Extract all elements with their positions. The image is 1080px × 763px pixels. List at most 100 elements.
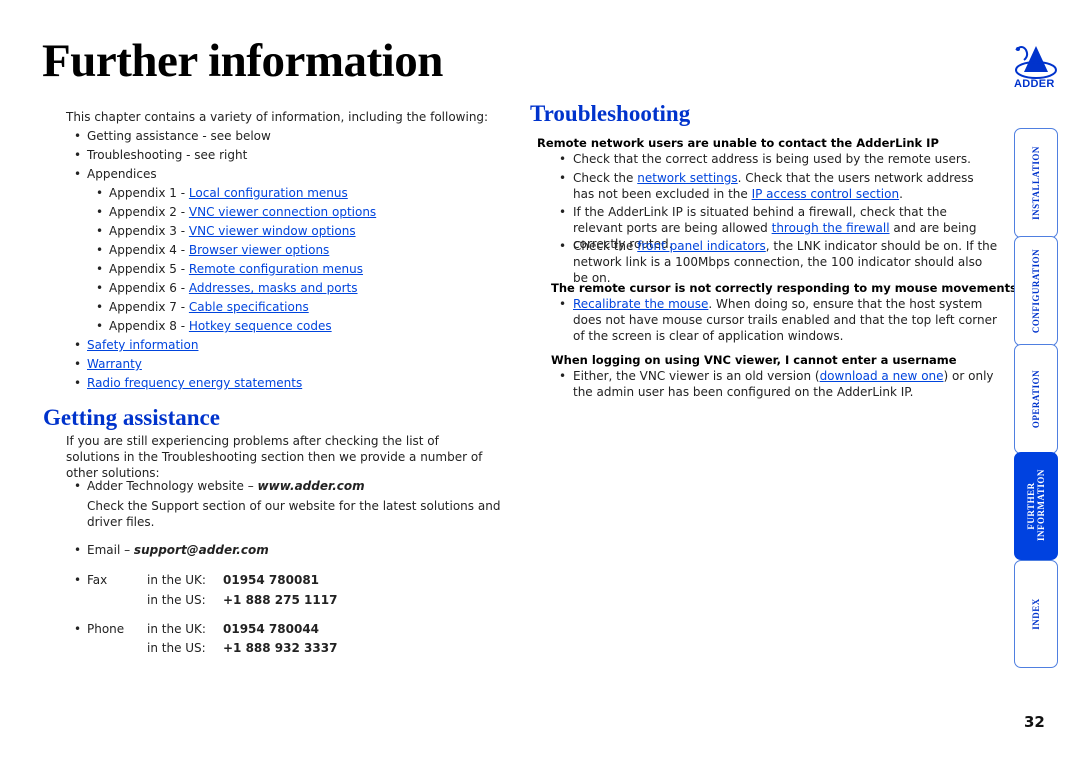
text: Check the bbox=[573, 171, 638, 185]
bullet: • bbox=[559, 297, 567, 311]
appendix-prefix: Appendix 3 - bbox=[109, 224, 189, 238]
answer-text: Either, the VNC viewer is an old version… bbox=[573, 368, 998, 400]
question-remote-network: Remote network users are unable to conta… bbox=[537, 136, 939, 150]
link-addresses-masks-ports[interactable]: Addresses, masks and ports bbox=[189, 281, 358, 295]
bullet: • bbox=[96, 224, 104, 238]
bullet: • bbox=[559, 369, 567, 383]
link-network-settings[interactable]: network settings bbox=[637, 171, 737, 185]
bullet: • bbox=[559, 205, 567, 219]
bullet: • bbox=[96, 300, 104, 314]
tab-label: FURTHER INFORMATION bbox=[1026, 469, 1046, 541]
assistance-intro: If you are still experiencing problems a… bbox=[66, 434, 483, 480]
appendix-item: Appendix 2 - VNC viewer connection optio… bbox=[109, 205, 376, 219]
appendix-item: Appendix 8 - Hotkey sequence codes bbox=[109, 319, 332, 333]
bullet: • bbox=[96, 186, 104, 200]
answer-text: Check the front panel indicators, the LN… bbox=[573, 238, 998, 286]
appendix-prefix: Appendix 2 - bbox=[109, 205, 189, 219]
question-remote-cursor: The remote cursor is not correctly respo… bbox=[551, 281, 1017, 295]
fax-uk-number: 01954 780081 bbox=[223, 573, 320, 587]
link-recalibrate-mouse[interactable]: Recalibrate the mouse bbox=[573, 297, 708, 311]
website-label: Adder Technology website – bbox=[87, 479, 258, 493]
appendix-prefix: Appendix 4 - bbox=[109, 243, 189, 257]
tab-installation[interactable]: INSTALLATION bbox=[1014, 128, 1058, 238]
text: . bbox=[899, 187, 903, 201]
bullet: • bbox=[74, 338, 82, 352]
website-description: Check the Support section of our website… bbox=[87, 499, 501, 529]
appendix-item: Appendix 6 - Addresses, masks and ports bbox=[109, 281, 358, 295]
appendix-item: Appendix 5 - Remote configuration menus bbox=[109, 262, 363, 276]
intro-text: This chapter contains a variety of infor… bbox=[66, 110, 489, 124]
fax-uk-label: in the UK: bbox=[147, 573, 206, 587]
bullet: • bbox=[96, 319, 104, 333]
bullet: • bbox=[74, 622, 82, 636]
link-local-configuration-menus[interactable]: Local configuration menus bbox=[189, 186, 348, 200]
list-item: Getting assistance - see below bbox=[87, 129, 271, 143]
appendix-prefix: Appendix 5 - bbox=[109, 262, 189, 276]
page-number: 32 bbox=[1024, 713, 1045, 731]
link-front-panel-indicators[interactable]: front panel indicators bbox=[637, 239, 766, 253]
bullet: • bbox=[96, 262, 104, 276]
tab-further-information[interactable]: FURTHER INFORMATION bbox=[1014, 452, 1058, 560]
bullet: • bbox=[559, 152, 567, 166]
answer-text: Recalibrate the mouse. When doing so, en… bbox=[573, 296, 998, 344]
tab-label: INDEX bbox=[1030, 598, 1041, 630]
link-through-firewall[interactable]: through the firewall bbox=[772, 221, 890, 235]
link-download-new-one[interactable]: download a new one bbox=[820, 369, 944, 383]
bullet: • bbox=[74, 543, 82, 557]
tab-label: CONFIGURATION bbox=[1031, 248, 1041, 334]
text: Check the bbox=[573, 239, 638, 253]
website-url[interactable]: www.adder.com bbox=[258, 479, 365, 493]
link-vnc-viewer-window-options[interactable]: VNC viewer window options bbox=[189, 224, 356, 238]
heading-getting-assistance: Getting assistance bbox=[43, 405, 220, 430]
tab-operation[interactable]: OPERATION bbox=[1014, 344, 1058, 454]
text: Either, the VNC viewer is an old version… bbox=[573, 369, 820, 383]
tab-configuration[interactable]: CONFIGURATION bbox=[1014, 236, 1058, 346]
link-cable-specifications[interactable]: Cable specifications bbox=[189, 300, 309, 314]
phone-us-label: in the US: bbox=[147, 641, 206, 655]
link-remote-configuration-menus[interactable]: Remote configuration menus bbox=[189, 262, 363, 276]
appendix-item: Appendix 1 - Local configuration menus bbox=[109, 186, 348, 200]
link-warranty[interactable]: Warranty bbox=[87, 357, 142, 371]
tab-label: OPERATION bbox=[1031, 369, 1041, 429]
appendix-prefix: Appendix 1 - bbox=[109, 186, 189, 200]
page-title: Further information bbox=[42, 35, 443, 87]
phone-us-number: +1 888 932 3337 bbox=[223, 641, 338, 655]
phone-label: Phone bbox=[87, 622, 125, 636]
heading-troubleshooting: Troubleshooting bbox=[530, 101, 691, 126]
bullet: • bbox=[74, 148, 82, 162]
tab-label: INSTALLATION bbox=[1031, 146, 1041, 220]
bullet: • bbox=[96, 281, 104, 295]
tab-index[interactable]: INDEX bbox=[1014, 560, 1058, 668]
bullet: • bbox=[559, 171, 567, 185]
bullet: • bbox=[74, 129, 82, 143]
phone-uk-number: 01954 780044 bbox=[223, 622, 320, 636]
bullet: • bbox=[74, 357, 82, 371]
appendix-item: Appendix 7 - Cable specifications bbox=[109, 300, 309, 314]
bullet: • bbox=[74, 573, 82, 587]
phone-uk-label: in the UK: bbox=[147, 622, 206, 636]
bullet: • bbox=[96, 205, 104, 219]
email-address[interactable]: support@adder.com bbox=[134, 543, 269, 557]
bullet: • bbox=[96, 243, 104, 257]
link-browser-viewer-options[interactable]: Browser viewer options bbox=[189, 243, 329, 257]
appendix-item: Appendix 4 - Browser viewer options bbox=[109, 243, 329, 257]
adder-brand-text: ADDER bbox=[1014, 78, 1055, 90]
list-item: Troubleshooting - see right bbox=[87, 148, 248, 162]
appendix-prefix: Appendix 6 - bbox=[109, 281, 189, 295]
bullet: • bbox=[74, 479, 82, 493]
link-radio-frequency[interactable]: Radio frequency energy statements bbox=[87, 376, 302, 390]
link-hotkey-sequence-codes[interactable]: Hotkey sequence codes bbox=[189, 319, 332, 333]
website-item: Adder Technology website – www.adder.com bbox=[87, 479, 365, 493]
link-ip-access-control[interactable]: IP access control section bbox=[752, 187, 899, 201]
email-label: Email – bbox=[87, 543, 134, 557]
appendix-item: Appendix 3 - VNC viewer window options bbox=[109, 224, 356, 238]
bullet: • bbox=[559, 239, 567, 253]
bullet: • bbox=[74, 167, 82, 181]
list-item: Appendices bbox=[87, 167, 157, 181]
appendix-prefix: Appendix 7 - bbox=[109, 300, 189, 314]
link-safety-information[interactable]: Safety information bbox=[87, 338, 198, 352]
link-vnc-viewer-connection-options[interactable]: VNC viewer connection options bbox=[189, 205, 376, 219]
fax-us-number: +1 888 275 1117 bbox=[223, 593, 338, 607]
answer-text: Check the network settings. Check that t… bbox=[573, 170, 998, 202]
email-item: Email – support@adder.com bbox=[87, 543, 269, 557]
